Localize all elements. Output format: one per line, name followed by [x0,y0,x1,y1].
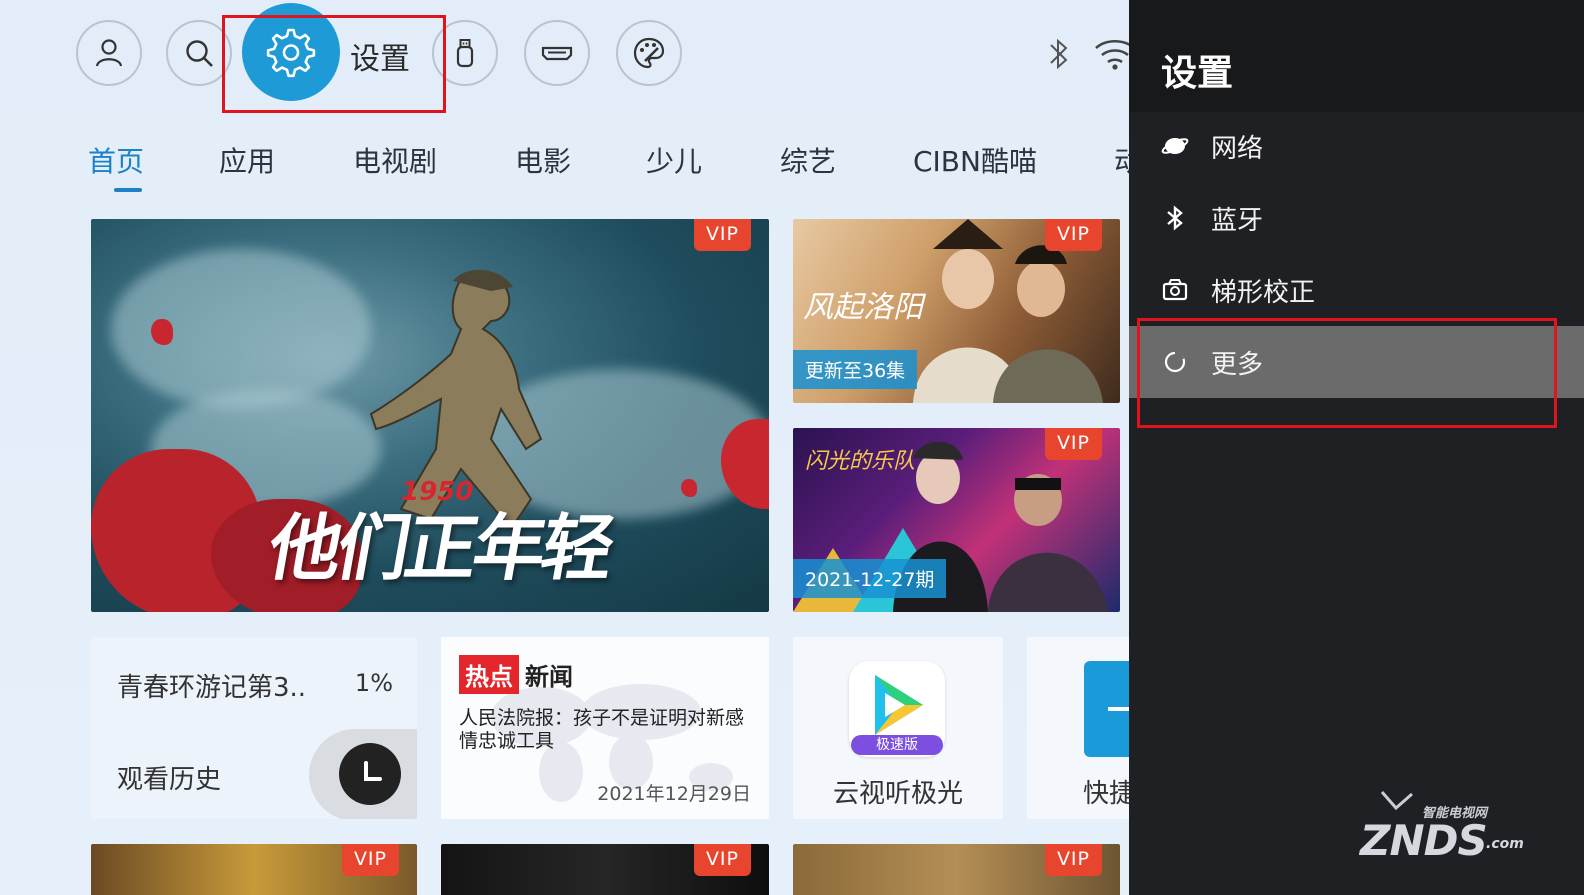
tab-apps[interactable]: 应用 [219,140,275,180]
watermark-brand: ZNDS [1360,816,1488,865]
menu-label: 梯形校正 [1211,277,1316,308]
app-name: 快捷 [1083,779,1136,809]
play-logo-icon: 极速版 [849,661,945,757]
user-button[interactable] [76,20,142,86]
app-tile-shortcut[interactable]: 快捷 [1027,637,1141,819]
watch-history-card[interactable]: 青春环游记第3.. 1% 观看历史 [91,637,417,819]
settings-highlight-box [222,15,446,113]
app-tile-yunshiting[interactable]: 极速版 云视听极光 [793,637,1003,819]
variety-poster[interactable]: 闪光的乐队 VIP 2021-12-27期 [793,428,1120,612]
hdmi-icon [541,46,573,61]
panel-title: 设置 [1161,53,1234,94]
panel-header: 设置 [1129,0,1584,112]
network-icon [1161,132,1189,160]
keystone-icon [1161,276,1189,304]
svg-text:闪光的乐队: 闪光的乐队 [805,449,915,474]
speed-badge: 极速版 [851,735,943,755]
menu-item-keystone[interactable]: 梯形校正 [1129,254,1584,326]
active-tab-underline [114,188,142,192]
menu-item-bluetooth[interactable]: 蓝牙 [1129,182,1584,254]
category-tabs: 首页 应用 电视剧 电影 少儿 综艺 CIBN酷喵 动 [88,140,1141,200]
menu-label: 网络 [1211,133,1264,164]
watermark-suffix: .com [1486,836,1524,852]
episode-tag: 2021-12-27期 [793,559,947,598]
update-tag: 更新至36集 [793,350,918,389]
tab-cibn[interactable]: CIBN酷喵 [913,140,1037,180]
news-card[interactable]: 热点 新闻 人民法院报：孩子不是证明对新感情忠诚工具 2021年12月29日 [441,637,769,819]
vip-badge: VIP [1044,428,1102,460]
news-label: 新闻 [525,663,573,691]
settings-panel: 设置 网络 蓝牙 梯形校正 更多 [1129,0,1584,895]
history-show-title: 青春环游记第3.. [117,673,307,703]
poster-bottom-2[interactable]: VIP [441,844,769,895]
vip-badge: VIP [1044,219,1102,251]
hero-title: 他们正年轻 [262,505,618,590]
hero-poster[interactable]: 1950 他们正年轻 VIP [91,219,769,612]
svg-text:风起洛阳: 风起洛阳 [803,290,927,325]
usb-drive-icon [456,39,474,68]
search-icon [186,40,213,67]
more-highlight-box [1137,318,1557,428]
bluetooth-status-icon [1050,38,1068,70]
clock-icon [339,743,401,805]
menu-label: 蓝牙 [1211,205,1264,236]
vip-badge: VIP [341,844,399,876]
palette-icon [633,37,665,69]
hot-badge: 热点 [459,655,519,694]
top-bar: 设置 [0,0,1141,110]
user-icon [95,39,123,67]
vip-badge: VIP [693,844,751,876]
history-progress: 1% [354,669,393,697]
clock-icon-wrap [309,729,417,819]
theme-button[interactable] [616,20,682,86]
drama-poster[interactable]: 风起洛阳 VIP 更新至36集 [793,219,1120,403]
history-label: 观看历史 [117,765,222,795]
vip-badge: VIP [1044,844,1102,876]
news-headline: 人民法院报：孩子不是证明对新感情忠诚工具 [459,707,745,752]
tab-home[interactable]: 首页 [88,140,144,180]
tab-tv-series[interactable]: 电视剧 [353,140,437,180]
tv-antenna-icon [1380,791,1413,811]
menu-item-network[interactable]: 网络 [1129,110,1584,182]
poster-bottom-3[interactable]: VIP [793,844,1120,895]
tab-variety[interactable]: 综艺 [780,140,836,180]
bluetooth-icon [1161,204,1189,232]
home-screen: 设置 首页 应用 电视剧 电影 少儿 综艺 CIBN酷喵 动 1950 他们正年… [0,0,1141,895]
vip-badge: VIP [693,219,751,251]
app-name: 云视听极光 [832,779,963,809]
news-date: 2021年12月29日 [597,783,751,805]
poster-bottom-1[interactable]: VIP [91,844,417,895]
hdmi-button[interactable] [524,20,590,86]
tab-movies[interactable]: 电影 [515,140,571,180]
znds-watermark: 智能电视网 ZNDS .com [1360,790,1530,865]
tab-kids[interactable]: 少儿 [646,140,702,180]
